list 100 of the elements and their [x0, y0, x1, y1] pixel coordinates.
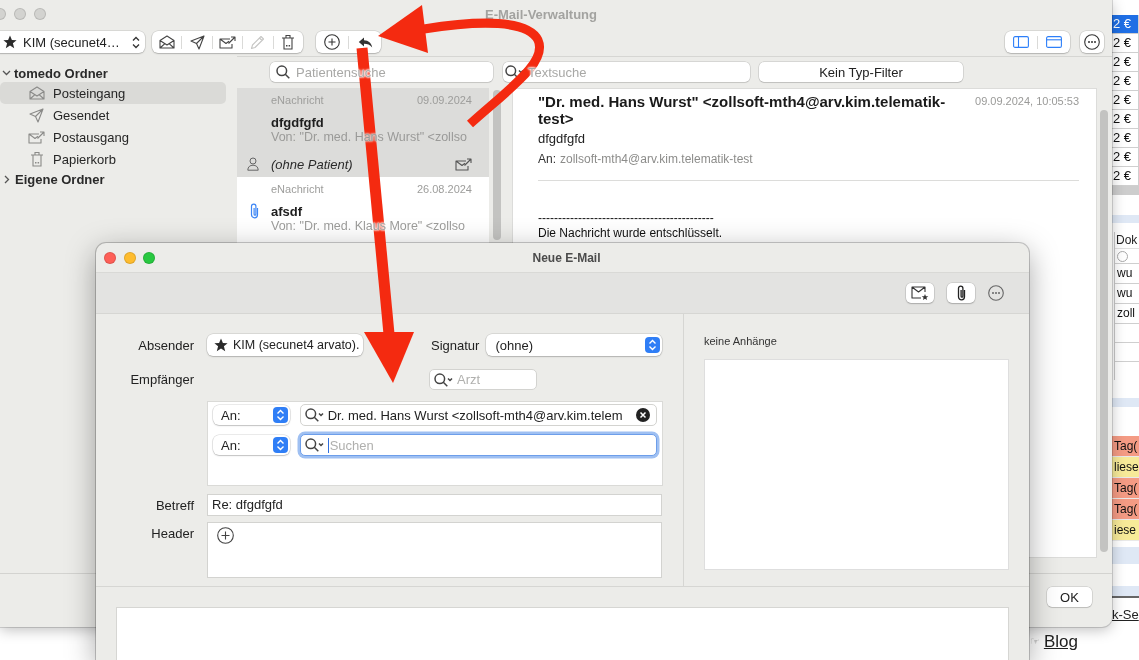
search-icon	[434, 372, 453, 387]
sidebar-group[interactable]: Eigene Ordner	[0, 170, 226, 188]
table-cell: Tag(	[1112, 436, 1139, 457]
signature-popup[interactable]: (ohne)	[486, 334, 662, 356]
search-icon	[505, 65, 524, 79]
window-title: E-Mail-Verwaltung	[485, 6, 597, 22]
paperclip-icon	[956, 285, 966, 301]
recipient-address: zollsoft-mth4@arv.kim.telematik-test	[560, 152, 753, 166]
scrollbar-thumb[interactable]	[1100, 110, 1108, 552]
toolbar-button[interactable]	[906, 283, 934, 303]
pointing-hand-icon: ☞	[1030, 636, 1040, 648]
clear-icon[interactable]	[636, 408, 650, 422]
table-cell: wu	[1115, 263, 1139, 283]
recipient-label: An:	[538, 152, 556, 166]
recipients-label: Empfänger	[129, 372, 194, 387]
link[interactable]: Blog	[1043, 632, 1078, 652]
message-type: eNachricht	[271, 182, 324, 196]
sidebar-item[interactable]: Gesendet	[0, 104, 226, 126]
table-cell: liese	[1112, 457, 1139, 478]
reply-arrow-icon	[357, 36, 373, 48]
column-header[interactable]: Dok	[1115, 232, 1139, 249]
ok-button[interactable]: OK	[1047, 587, 1092, 607]
more-button[interactable]	[1080, 31, 1104, 53]
message-date: 09.09.2024	[416, 93, 472, 107]
sidebar-item[interactable]: Papierkorb	[0, 148, 226, 170]
account-popup[interactable]: KIM (secunet4…	[0, 31, 145, 53]
sidebar-item[interactable]: Postausgang	[0, 126, 226, 148]
trash-icon	[281, 34, 296, 50]
message-date: 09.09.2024, 10:05:53	[975, 94, 1079, 109]
message-text: --------------------------------------------	[538, 211, 715, 226]
table-cell: Tag(	[1112, 499, 1139, 520]
up-down-chevron-icon	[132, 35, 140, 49]
more-icon[interactable]	[988, 285, 1004, 301]
sender-label: Absender	[137, 337, 194, 353]
envelope-star-icon	[911, 286, 929, 300]
patient-label: (ohne Patient)	[271, 156, 353, 172]
search-icon	[276, 65, 290, 79]
top-bar-layout-icon	[1046, 36, 1062, 48]
more-icon	[1084, 34, 1100, 50]
pen-icon	[250, 34, 266, 50]
table-row	[1112, 215, 1139, 223]
sidebar-group[interactable]: tomedo Ordner	[0, 64, 226, 82]
attachments-label: keine Anhänge	[704, 335, 778, 348]
message-body-field[interactable]	[116, 607, 1009, 660]
table-row	[1112, 586, 1139, 596]
recipient-field[interactable]: Dr. med. Hans Wurst <zollsoft-mth4@arv.kim.telem	[299, 404, 657, 426]
toolbar-button[interactable]	[947, 283, 975, 303]
sender-popup[interactable]: KIM (secunet4 arvato).	[207, 334, 363, 356]
type-filter-button[interactable]: Kein Typ-Filter	[759, 62, 963, 82]
open-envelope-icon	[28, 86, 45, 100]
paper-plane-icon	[29, 107, 44, 123]
star-icon	[3, 35, 17, 49]
sender-address: "Dr. med. Hans Wurst" <zollsoft-mth4@arv.kim.telematik-test>	[538, 93, 947, 127]
message-subject: afsdf	[271, 203, 303, 219]
message-text: Die Nachricht wurde entschlüsselt.	[538, 226, 724, 241]
scrollbar[interactable]	[1112, 186, 1139, 195]
star-icon	[214, 338, 228, 352]
sidebar-item[interactable]: Posteingang	[0, 82, 226, 104]
stepper-icon	[645, 337, 660, 353]
signature-label: Signatur	[431, 337, 480, 353]
scrollbar-thumb[interactable]	[493, 90, 501, 240]
stepper-icon	[272, 437, 288, 453]
search-icon	[304, 408, 324, 422]
message-subject: dfgdfgfd	[538, 131, 586, 147]
close-button[interactable]	[104, 251, 116, 264]
subject-field[interactable]: Re: dfgdfgfd	[207, 494, 662, 516]
chevron-icon	[4, 174, 10, 184]
recipient-type-popup[interactable]: An:	[213, 435, 290, 455]
envelope-arrow-icon	[455, 157, 472, 171]
link[interactable]: k-Se	[1112, 606, 1139, 624]
table-cell[interactable]: 2 €	[1112, 15, 1139, 34]
trash-icon	[29, 151, 44, 167]
message-date: 26.08.2024	[416, 182, 472, 196]
stepper-icon	[272, 407, 288, 423]
search-icon	[304, 438, 324, 452]
table-row	[1112, 398, 1139, 407]
paper-plane-icon	[189, 34, 205, 50]
table-row	[1112, 547, 1139, 564]
table-cell: zoll	[1115, 303, 1139, 323]
sidebar-layout-icon	[1013, 36, 1029, 48]
envelope-arrow-icon	[28, 130, 45, 144]
message-subject: dfgdfgfd	[271, 114, 324, 130]
person-icon	[247, 157, 259, 171]
table-cell: iese	[1112, 520, 1139, 541]
header-field[interactable]	[207, 522, 662, 578]
subject-label: Betreff	[154, 497, 194, 513]
envelope-arrow-icon	[219, 35, 236, 49]
open-envelope-icon	[158, 35, 175, 49]
window-title: Neue E-Mail	[532, 250, 601, 265]
plus-circle-icon[interactable]	[217, 527, 234, 544]
table-cell: Tag(	[1112, 478, 1139, 499]
text-cursor	[327, 437, 329, 453]
plus-circle-icon	[324, 34, 340, 50]
header-label: Header	[150, 525, 194, 542]
radio-icon[interactable]	[1117, 250, 1128, 262]
chevron-icon	[2, 70, 11, 76]
recipient-type-popup[interactable]: An:	[213, 405, 290, 425]
zoom-button[interactable]	[143, 251, 155, 264]
table-cell: wu	[1115, 283, 1139, 303]
message-type: eNachricht	[271, 93, 324, 107]
